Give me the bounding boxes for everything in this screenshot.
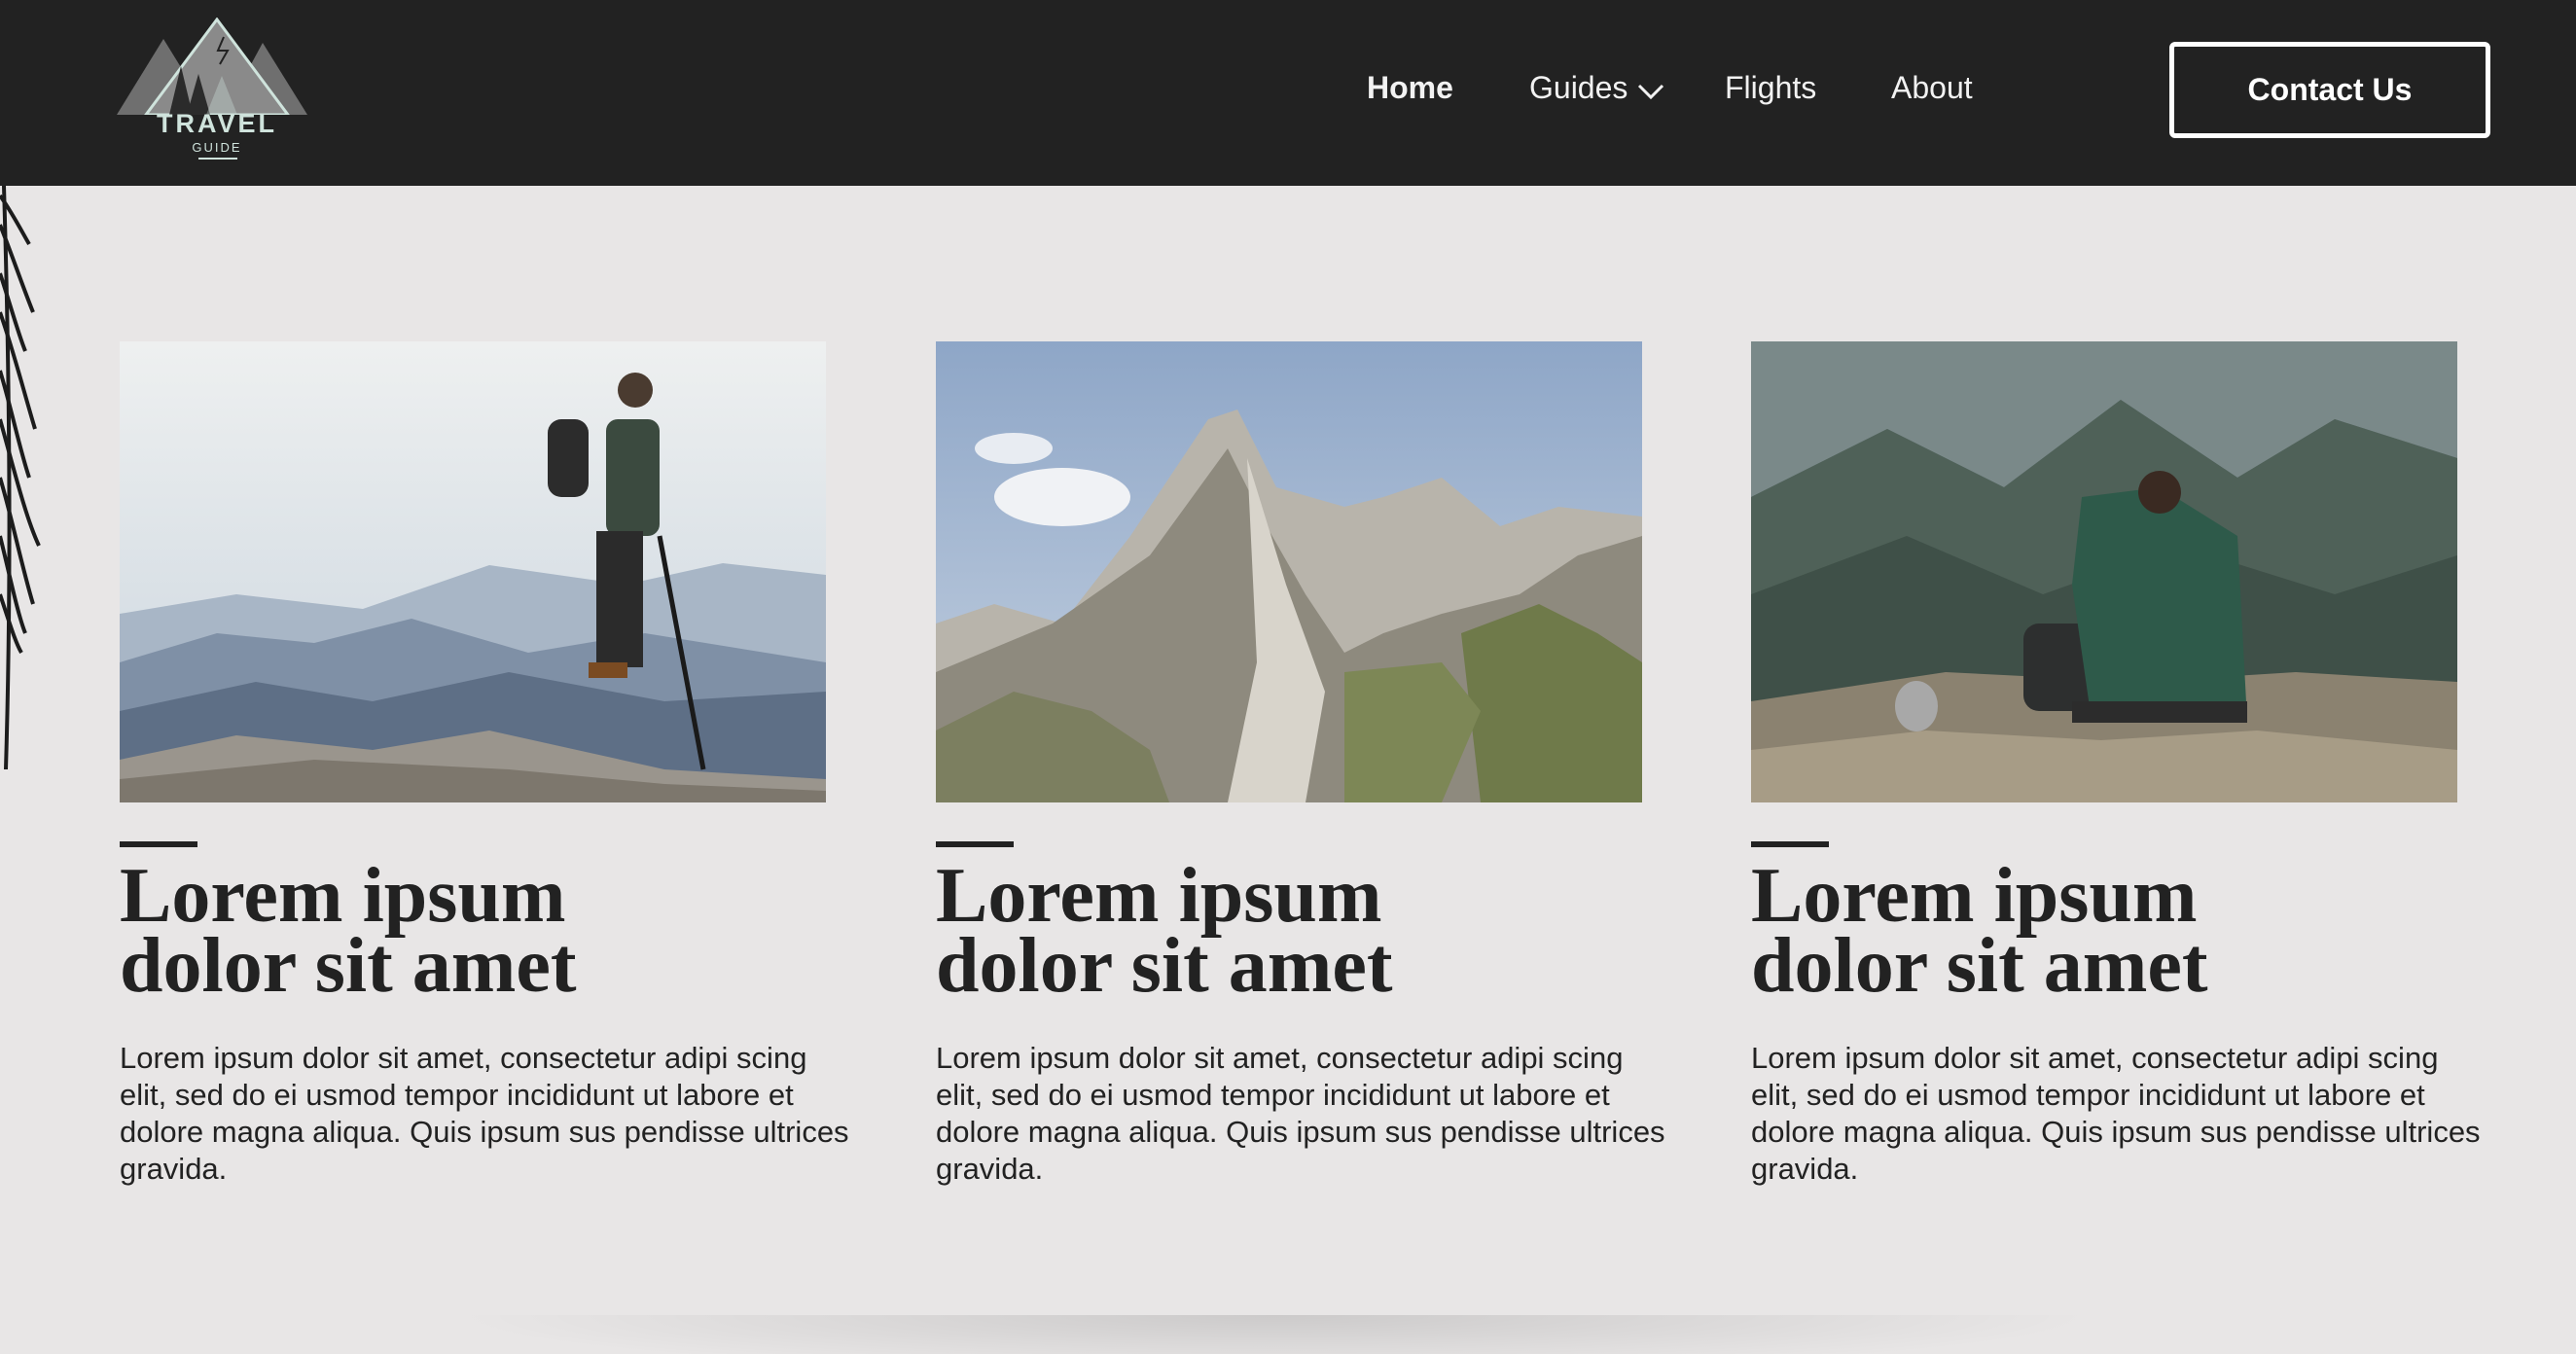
card-description: Lorem ipsum dolor sit amet, consectetur … xyxy=(120,1041,849,1186)
mountain-peak-photo[interactable] xyxy=(936,341,1642,802)
mountain-logo-icon xyxy=(117,18,307,115)
contact-us-button[interactable]: Contact Us xyxy=(2169,42,2490,138)
card-title-line2: dolor sit amet xyxy=(1751,923,2208,1009)
hiker-standing-photo[interactable] xyxy=(120,341,826,802)
card-accent-rule xyxy=(1751,841,1829,847)
nav-flights[interactable]: Flights xyxy=(1725,70,1816,106)
hiker-sitting-photo[interactable] xyxy=(1751,341,2457,802)
nav-about[interactable]: About xyxy=(1891,70,1973,106)
section-shadow xyxy=(447,1315,2101,1354)
card-title-line1: Lorem ipsum xyxy=(1751,853,2198,939)
card-title: Lorem ipsum dolor sit amet xyxy=(936,853,1656,1009)
logo-underline xyxy=(198,158,237,160)
card-description: Lorem ipsum dolor sit amet, consectetur … xyxy=(1751,1041,2481,1186)
guide-card-3: Lorem ipsum dolor sit amet Lorem ipsum d… xyxy=(1751,341,2510,1188)
guide-card-1: Lorem ipsum dolor sit amet Lorem ipsum d… xyxy=(120,341,878,1188)
card-description: Lorem ipsum dolor sit amet, consectetur … xyxy=(936,1041,1665,1186)
nav-guides-label: Guides xyxy=(1529,70,1628,105)
palm-leaf-decoration xyxy=(0,186,41,770)
card-accent-rule xyxy=(936,841,1014,847)
card-title: Lorem ipsum dolor sit amet xyxy=(120,853,840,1009)
chevron-down-icon xyxy=(1637,72,1664,108)
card-title-line2: dolor sit amet xyxy=(120,923,577,1009)
nav-home[interactable]: Home xyxy=(1367,70,1453,106)
logo-title: TRAVEL xyxy=(157,109,277,138)
card-title: Lorem ipsum dolor sit amet xyxy=(1751,853,2471,1009)
guide-card-2: Lorem ipsum dolor sit amet Lorem ipsum d… xyxy=(936,341,1695,1188)
card-title-line2: dolor sit amet xyxy=(936,923,1393,1009)
site-header: TRAVEL GUIDE Home Guides Flights About C… xyxy=(0,0,2576,186)
card-title-line1: Lorem ipsum xyxy=(936,853,1382,939)
card-accent-rule xyxy=(120,841,197,847)
logo-subtitle: GUIDE xyxy=(192,140,242,155)
travel-guide-logo[interactable]: TRAVEL GUIDE xyxy=(117,18,317,163)
nav-guides[interactable]: Guides xyxy=(1529,70,1664,108)
card-title-line1: Lorem ipsum xyxy=(120,853,566,939)
